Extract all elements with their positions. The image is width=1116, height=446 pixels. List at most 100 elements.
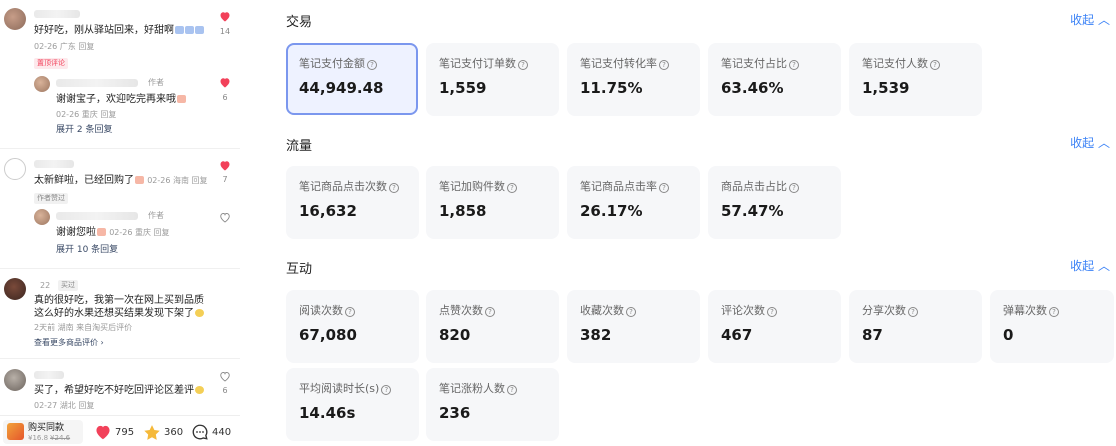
metric-label: 笔记支付金额? (299, 55, 377, 71)
metric-card-product-ctr[interactable]: 笔记商品点击率? 26.17% (567, 166, 700, 239)
comment-bubble-icon (192, 424, 208, 440)
buy-price: ¥16.8 ¥24.6 (28, 434, 70, 442)
metric-card-shares[interactable]: 分享次数? 87 (849, 290, 982, 363)
help-icon[interactable]: ? (789, 183, 799, 193)
metric-card-note-pay-conversion[interactable]: 笔记支付转化率? 11.75% (567, 43, 700, 116)
avatar[interactable] (4, 8, 26, 30)
collapse-button-interaction[interactable]: 收起 ︿ (1070, 257, 1110, 274)
avatar[interactable] (34, 209, 50, 225)
reply-text-content: 谢谢您啦 (56, 227, 96, 238)
metric-card-note-pay-orders[interactable]: 笔记支付订单数? 1,559 (426, 43, 559, 116)
metric-card-comments[interactable]: 评论次数? 467 (708, 290, 841, 363)
metric-card-note-pay-share[interactable]: 笔记支付占比? 63.46% (708, 43, 841, 116)
metric-card-note-pay-users[interactable]: 笔记支付人数? 1,539 (849, 43, 982, 116)
metric-label: 平均阅读时长(s)? (299, 380, 392, 396)
chevron-up-icon: ︿ (1097, 136, 1110, 150)
help-icon[interactable]: ? (659, 60, 669, 70)
like-count: 14 (219, 27, 231, 36)
author-badge: 作者 (148, 78, 164, 87)
more-reviews-label: 查看更多商品评价 (34, 338, 98, 347)
metric-label-text: 点赞次数 (439, 304, 483, 317)
metric-label-text: 分享次数 (862, 304, 906, 317)
review-meta: 2天前 湖南 来自淘买后评价 (34, 323, 133, 332)
avatar[interactable] (4, 278, 26, 300)
comment-count: 440 (212, 426, 232, 438)
review-text-content: 这么好的水果还想买结果发现下架了 (34, 308, 194, 319)
help-icon[interactable]: ? (1049, 307, 1059, 317)
heart-outline-icon[interactable] (219, 212, 231, 223)
help-icon[interactable]: ? (381, 385, 392, 395)
heart-filled-icon[interactable] (219, 77, 231, 88)
help-icon[interactable]: ? (908, 307, 918, 317)
metric-card-likes[interactable]: 点赞次数? 820 (426, 290, 559, 363)
help-icon[interactable]: ? (367, 60, 377, 70)
heart-filled-icon[interactable] (219, 11, 231, 22)
metric-label-text: 笔记商品点击次数 (299, 180, 387, 193)
metric-card-avg-read-time[interactable]: 平均阅读时长(s)? 14.46s (286, 368, 419, 441)
section-title-trade: 交易 (286, 15, 313, 30)
avatar[interactable] (4, 369, 26, 391)
username-blurred[interactable] (56, 212, 138, 220)
metric-card-new-followers[interactable]: 笔记涨粉人数? 236 (426, 368, 559, 441)
metric-label: 笔记涨粉人数? (439, 380, 517, 396)
metric-label: 商品点击占比? (721, 178, 799, 194)
metric-card-danmaku[interactable]: 弹幕次数? 0 (990, 290, 1114, 363)
metric-card-collects[interactable]: 收藏次数? 382 (567, 290, 700, 363)
help-icon[interactable]: ? (345, 307, 355, 317)
help-icon[interactable]: ? (930, 60, 940, 70)
help-icon[interactable]: ? (659, 183, 669, 193)
metric-label: 笔记支付人数? (862, 55, 940, 71)
help-icon[interactable]: ? (507, 385, 517, 395)
metric-label-text: 阅读次数 (299, 304, 343, 317)
username-blurred[interactable] (56, 79, 138, 87)
help-icon[interactable]: ? (518, 60, 528, 70)
author-badge: 作者 (148, 211, 164, 220)
collapse-button-trade[interactable]: 收起 ︿ (1070, 11, 1110, 28)
metric-label-text: 笔记支付占比 (721, 57, 787, 70)
metric-label: 笔记支付转化率? (580, 55, 669, 71)
collect-action[interactable]: 360 (143, 423, 183, 441)
heart-filled-icon[interactable] (219, 160, 231, 171)
help-icon[interactable]: ? (485, 307, 495, 317)
collapse-label: 收起 (1070, 136, 1095, 150)
username-blurred[interactable] (34, 10, 80, 18)
username[interactable]: 22 (40, 281, 50, 291)
help-icon[interactable]: ? (389, 183, 399, 193)
purchased-badge: 买过 (58, 280, 78, 291)
review-text-line1: 真的很好吃，我第一次在网上买到品质 (34, 295, 204, 306)
metric-label: 笔记加购件数? (439, 178, 517, 194)
pinned-badge: 置顶评论 (34, 58, 68, 69)
metric-card-note-pay-amount[interactable]: 笔记支付金额? 44,949.48 (286, 43, 418, 115)
metric-label: 笔记支付占比? (721, 55, 799, 71)
metric-value: 820 (439, 326, 471, 344)
help-icon[interactable]: ? (626, 307, 636, 317)
expand-replies-link[interactable]: 展开 2 条回复 (56, 125, 112, 136)
buy-same-button[interactable]: 购买同款 ¥16.8 ¥24.6 (3, 420, 83, 444)
metric-label-text: 弹幕次数 (1003, 304, 1047, 317)
help-icon[interactable]: ? (507, 183, 517, 193)
like-action[interactable]: 795 (94, 423, 134, 441)
expand-replies-link[interactable]: 展开 10 条回复 (56, 245, 118, 256)
avatar[interactable] (34, 76, 50, 92)
username-blurred[interactable] (34, 371, 64, 379)
metric-card-click-share[interactable]: 商品点击占比? 57.47% (708, 166, 841, 239)
metric-card-add-to-cart[interactable]: 笔记加购件数? 1,858 (426, 166, 559, 239)
comment-action[interactable]: 440 (191, 423, 231, 441)
help-icon[interactable]: ? (767, 307, 777, 317)
more-reviews-link[interactable]: 查看更多商品评价 › (34, 337, 104, 348)
metric-label-text: 笔记加购件数 (439, 180, 505, 193)
metric-card-product-clicks[interactable]: 笔记商品点击次数? 16,632 (286, 166, 419, 239)
metric-label-text: 笔记商品点击率 (580, 180, 657, 193)
collapse-button-traffic[interactable]: 收起 ︿ (1070, 134, 1110, 151)
product-thumbnail (7, 423, 24, 440)
username-blurred[interactable] (34, 160, 74, 168)
collapse-label: 收起 (1070, 13, 1095, 27)
metric-label: 笔记支付订单数? (439, 55, 528, 71)
help-icon[interactable]: ? (789, 60, 799, 70)
metrics-dashboard: 交易 收起 ︿ 笔记支付金额? 44,949.48 笔记支付订单数? 1,559… (240, 0, 1116, 446)
metric-value: 26.17% (580, 202, 643, 220)
avatar[interactable] (4, 158, 26, 180)
heart-outline-icon[interactable] (219, 371, 231, 382)
metric-value: 11.75% (580, 79, 643, 97)
metric-card-reads[interactable]: 阅读次数? 67,080 (286, 290, 419, 363)
